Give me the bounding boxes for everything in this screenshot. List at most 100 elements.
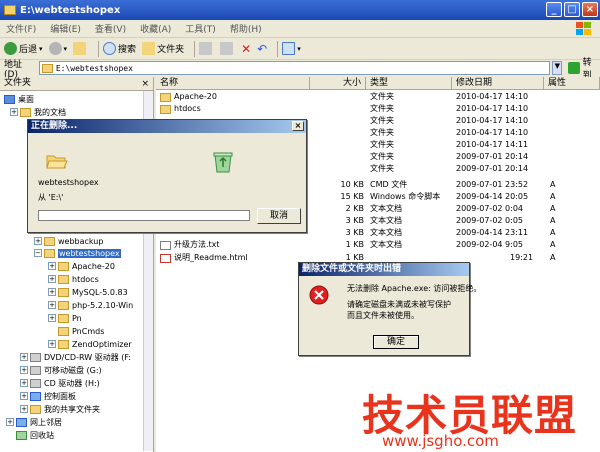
desktop-icon [4,94,15,104]
tree-item-network[interactable]: + 网上邻居 [6,416,62,428]
tree-item-webtestshopex[interactable]: − webtestshopex [34,247,121,259]
maximize-button[interactable]: □ [564,2,580,17]
table-row[interactable]: 升级方法.txt 1 KB 文本文档 2009-02-04 9:05 A [156,239,600,251]
tree-item-htdocs[interactable]: + htdocs [48,273,99,285]
error-dialog: 删除文件或文件夹时出错 无法删除 Apache.exe: 访问被拒绝。 请确定磁… [298,262,481,356]
folder-icon [58,274,69,284]
delete-x-icon: ✕ [241,41,252,56]
back-button[interactable]: 后退 ▾ [4,42,43,55]
shared-folder-icon [30,404,41,414]
folders-button[interactable]: 文件夹 [142,42,184,55]
column-size[interactable]: 大小 [310,77,366,90]
tree-item-zend[interactable]: + ZendOptimizer [48,338,132,350]
deleting-from-path: 从 'E:\' [38,193,64,202]
search-button[interactable]: 搜索 [103,42,136,55]
up-folder-button[interactable] [73,42,88,55]
expand-icon[interactable]: + [10,108,18,116]
expand-icon[interactable]: + [48,314,56,322]
dialog-close-button[interactable]: × [292,121,304,131]
up-folder-icon [73,42,87,55]
tree-item-recycle-bin[interactable]: 回收站 [16,429,54,441]
ok-button[interactable]: 确定 [373,335,419,349]
tree-item-dvd-drive[interactable]: + DVD/CD-RW 驱动器 (F: [20,351,131,363]
tree-item-control-panel[interactable]: + 控制面板 [20,390,76,402]
watermark: 技术员联盟 www.jsgho.com [362,382,598,450]
folder-icon [58,261,69,271]
column-type[interactable]: 类型 [366,77,452,90]
expand-icon[interactable]: + [48,301,56,309]
address-dropdown-button[interactable]: ▼ [552,61,563,75]
expand-icon[interactable]: + [6,418,14,426]
move-to-button[interactable] [199,42,214,55]
column-date[interactable]: 修改日期 [452,77,544,90]
undo-button[interactable]: ↶ [257,42,267,56]
expand-icon[interactable]: + [48,340,56,348]
tree-item-cd-drive[interactable]: + CD 驱动器 (H:) [20,377,100,389]
expand-icon[interactable]: + [20,379,28,387]
table-row[interactable]: Apache-20 文件夹 2010-04-17 14:10 [156,91,600,103]
chevron-down-icon: ▾ [297,44,301,53]
menu-favorites[interactable]: 收藏(A) [140,22,171,35]
menu-bar: 文件(F) 编辑(E) 查看(V) 收藏(A) 工具(T) 帮助(H) [0,20,600,38]
copy-to-button[interactable] [220,42,235,55]
tree-item-pn[interactable]: + Pn [48,312,82,324]
folder-icon [160,92,171,102]
folder-icon [20,107,31,117]
close-pane-icon[interactable]: × [141,78,149,91]
minimize-button[interactable]: _ [546,2,562,17]
menu-view[interactable]: 查看(V) [95,22,126,35]
tree-item-removable-disk[interactable]: + 可移动磁盘 (G:) [20,364,102,376]
column-name[interactable]: 名称 [156,77,310,90]
expand-icon[interactable]: + [20,366,28,374]
menu-help[interactable]: 帮助(H) [230,22,262,35]
removable-disk-icon [30,365,41,375]
folder-icon [44,236,55,246]
tree-item-apache[interactable]: + Apache-20 [48,260,115,272]
views-icon [282,42,296,55]
menu-tools[interactable]: 工具(T) [185,22,216,35]
menu-edit[interactable]: 编辑(E) [50,22,81,35]
tree-item-mysql[interactable]: + MySQL-5.0.83 [48,286,128,298]
tree-item-shared-folder[interactable]: + 我的共享文件夹 [20,403,100,415]
expand-icon[interactable]: + [20,405,28,413]
tree-item-desktop[interactable]: 桌面 [4,93,34,105]
folder-open-icon [46,155,68,169]
move-to-icon [199,42,213,55]
cancel-button[interactable]: 取消 [257,208,301,224]
network-icon [16,417,27,427]
address-input[interactable]: E:\webtestshopex [38,61,551,75]
folder-icon [41,63,53,73]
column-attributes[interactable]: 属性 [544,77,600,90]
delete-button[interactable]: ✕ [241,42,251,56]
tree-item-my-documents[interactable]: + 我的文档 [10,106,66,118]
expand-icon[interactable]: + [48,275,56,283]
table-row[interactable]: htdocs 文件夹 2010-04-17 14:10 [156,103,600,115]
folder-icon [58,339,69,349]
go-arrow-icon [568,62,580,74]
back-arrow-icon [4,42,17,55]
cd-drive-icon [30,378,41,388]
deleting-item-name: webtestshopex [38,178,99,187]
collapse-icon[interactable]: − [34,249,42,257]
text-file-icon [160,240,171,250]
copy-to-icon [220,42,234,55]
deleting-dialog-titlebar: 正在删除... × [28,120,306,133]
views-button[interactable]: ▾ [282,42,301,55]
address-bar: 地址(D) E:\webtestshopex ▼ 转到 [0,58,600,81]
expand-icon[interactable]: + [20,353,28,361]
close-button[interactable]: × [582,2,598,17]
menu-file[interactable]: 文件(F) [6,22,36,35]
expand-icon[interactable]: + [20,392,28,400]
expand-icon[interactable]: + [48,288,56,296]
tree-item-php[interactable]: + php-5.2.10-Win [48,299,133,311]
forward-button[interactable]: ▾ [48,42,68,55]
tree-item-webbackup[interactable]: + webbackup [34,235,103,247]
tree-item-pncmds[interactable]: PnCmds [58,325,104,337]
chevron-down-icon: ▾ [63,44,68,53]
window-titlebar: E:\webtestshopex _ □ × [0,0,600,20]
recycle-bin-icon [16,430,27,440]
expand-icon[interactable]: + [48,262,56,270]
error-hint-line2: 而且文件未被使用。 [347,311,419,320]
expand-icon[interactable]: + [34,237,42,245]
control-panel-icon [30,391,41,401]
